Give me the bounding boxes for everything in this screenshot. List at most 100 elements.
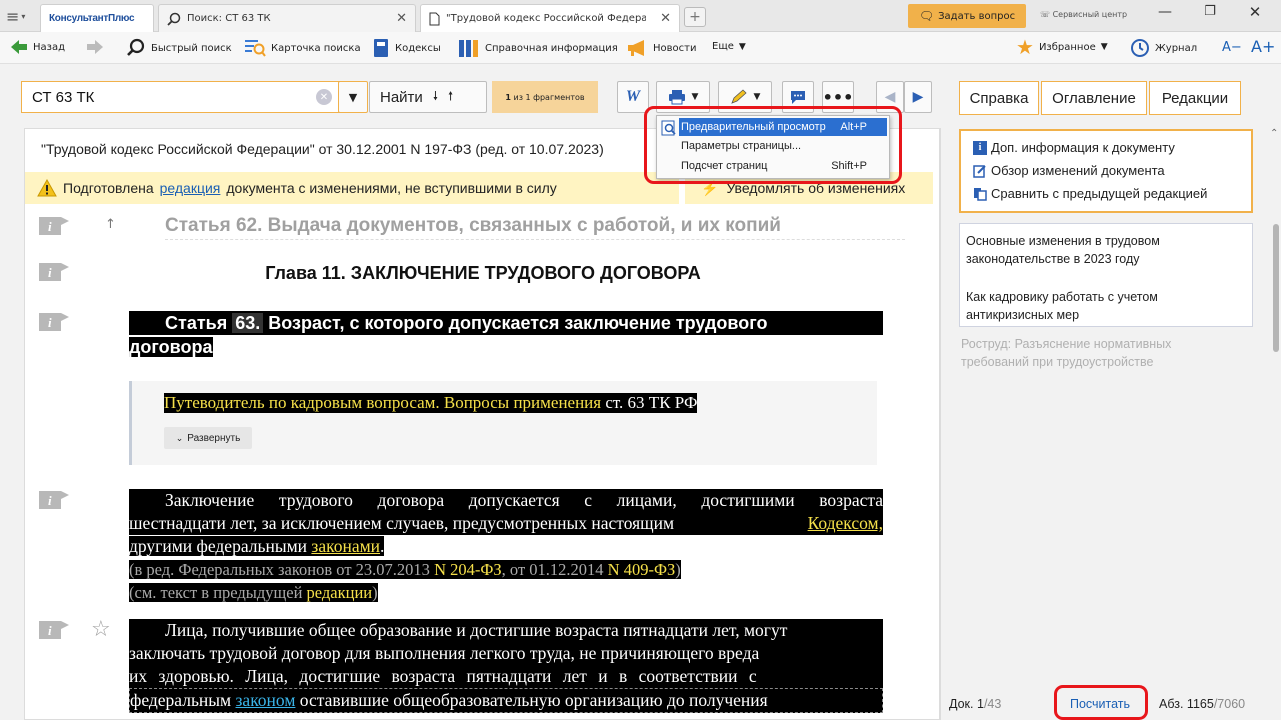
font-smaller-button[interactable]: A− <box>1222 40 1242 55</box>
menu-item-preview[interactable]: Предварительный просмотр Alt+P <box>679 118 887 136</box>
reference-button[interactable]: Справочная информация <box>458 38 618 58</box>
previous-edition-link[interactable]: редакции <box>307 583 373 602</box>
menu-item-count-pages[interactable]: Подсчет страниц Shift+P <box>679 157 887 175</box>
guide-text: Путеводитель по кадровым вопросам. Вопро… <box>164 393 602 412</box>
notice-link[interactable]: редакция <box>160 180 221 196</box>
codes-button[interactable]: Кодексы <box>372 38 441 58</box>
search-card-button[interactable]: Карточка поиска <box>244 38 361 58</box>
guide-link[interactable]: Путеводитель по кадровым вопросам. Вопро… <box>164 393 698 413</box>
tab-reference[interactable]: Справка <box>959 81 1039 115</box>
favorites-menu[interactable]: ★ Избранное ▼ <box>1016 37 1108 57</box>
prev-nav-button[interactable]: ◀ <box>876 81 904 113</box>
tab-search-label: Поиск: СТ 63 ТК <box>187 13 271 24</box>
changes-review-link[interactable]: Обзор изменений документа <box>973 163 1165 178</box>
right-panel-scrollbar[interactable]: ⌃ <box>1269 128 1281 708</box>
tab-editions[interactable]: Редакции <box>1149 81 1241 115</box>
law-409-link[interactable]: N 409-ФЗ <box>608 560 676 579</box>
article-word: Статья <box>165 313 228 333</box>
info-marker-icon[interactable]: i <box>39 217 69 235</box>
search-dropdown-button[interactable]: ▼ <box>338 81 368 113</box>
previous-article-title[interactable]: Статья 62. Выдача документов, связанных … <box>165 215 905 240</box>
doc-info-label: Доп. информация к документу <box>991 140 1175 155</box>
para2-line4-b: оставившие общеобразовательную организац… <box>299 690 768 710</box>
doc-info-link[interactable]: i Доп. информация к документу <box>973 140 1175 155</box>
close-icon[interactable]: ✕ <box>660 11 671 26</box>
related-item-2[interactable]: Как кадровику работать с учетом антикриз… <box>966 288 1206 324</box>
reference-label: Справочная информация <box>485 42 618 54</box>
plus-icon: + <box>689 9 701 25</box>
info-marker-icon[interactable]: i <box>39 313 69 331</box>
related-item-3[interactable]: Роструд: Разъяснение нормативных требова… <box>961 335 1201 371</box>
para1-see-c: ) <box>372 583 378 602</box>
next-nav-button[interactable]: ▶ <box>904 81 932 113</box>
more-menu[interactable]: Еще ▼ <box>712 41 746 52</box>
laws-link[interactable]: законами <box>311 536 380 556</box>
search-input[interactable]: СТ 63 ТК ✕ <box>21 81 340 113</box>
para2-line2: заключать трудовой договор для выполнени… <box>129 642 883 665</box>
arrow-left-icon <box>11 40 27 54</box>
back-label: Назад <box>33 41 66 53</box>
news-button[interactable]: Новости <box>626 38 696 58</box>
article-title-line2: договора <box>129 337 213 357</box>
count-button[interactable]: Посчитать <box>1057 689 1143 719</box>
arrow-up-icon[interactable]: 🠕 <box>448 87 453 108</box>
favorites-label: Избранное <box>1038 41 1096 53</box>
close-window-button[interactable]: ✕ <box>1240 3 1270 25</box>
ask-question-button[interactable]: 🗨 Задать вопрос <box>908 4 1026 28</box>
law-link[interactable]: законом <box>236 690 296 710</box>
printer-icon <box>668 90 685 105</box>
menu-item-page-setup[interactable]: Параметры страницы... <box>679 137 887 155</box>
svg-text:i: i <box>48 315 52 330</box>
para1-edition-c: ) <box>675 560 681 579</box>
close-icon[interactable]: ✕ <box>396 11 407 26</box>
service-icon: ☏ <box>1040 10 1051 19</box>
info-marker-icon[interactable]: i <box>39 491 69 509</box>
quick-search-button[interactable]: Быстрый поиск <box>126 38 232 58</box>
notify-changes-label: Уведомлять об изменениях <box>726 180 906 196</box>
related-item-1[interactable]: Основные изменения в трудовом законодате… <box>966 232 1206 268</box>
edit-button[interactable]: ▼ <box>718 81 772 113</box>
new-tab-button[interactable]: + <box>684 7 706 27</box>
find-button[interactable]: Найти 🠗 🠕 <box>369 81 487 113</box>
clear-icon[interactable]: ✕ <box>316 89 332 105</box>
compare-link[interactable]: Сравнить с предыдущей редакцией <box>973 186 1207 201</box>
info-marker-icon[interactable]: i <box>39 621 69 639</box>
para2-line1: Лица, получившие общее образование и дос… <box>129 619 883 642</box>
journal-label: Журнал <box>1155 42 1198 54</box>
law-204-link[interactable]: N 204-ФЗ <box>434 560 502 579</box>
document-header: "Трудовой кодекс Российской Федерации" о… <box>41 141 604 157</box>
star-outline-icon[interactable]: ☆ <box>91 617 111 642</box>
tab-document[interactable]: "Трудовой кодекс Российской Федерации" ✕ <box>420 4 680 32</box>
comment-button[interactable] <box>782 81 814 113</box>
up-arrow-icon[interactable]: ↑ <box>105 217 116 232</box>
journal-button[interactable]: Журнал <box>1130 38 1197 58</box>
doc-counter: Док. 1/43 <box>949 697 1001 711</box>
codes-label: Кодексы <box>395 42 441 54</box>
maximize-button[interactable]: ❐ <box>1195 4 1225 26</box>
hamburger-icon: ≡ <box>6 6 20 26</box>
menu-item-page-setup-label: Параметры страницы... <box>681 140 802 152</box>
paragraph-counter: Абз. 1165/7060 <box>1159 697 1245 711</box>
arrow-down-icon[interactable]: 🠗 <box>433 87 438 108</box>
scroll-thumb[interactable] <box>1273 224 1279 352</box>
app-menu-button[interactable]: ≡ ▾ <box>6 6 36 26</box>
changes-review-label: Обзор изменений документа <box>991 163 1165 178</box>
kodeks-link[interactable]: Кодексом, <box>808 512 883 535</box>
back-button[interactable]: Назад <box>10 39 65 55</box>
para1-end: . <box>380 536 385 556</box>
tab-contents[interactable]: Оглавление <box>1041 81 1147 115</box>
chevron-up-icon[interactable]: ⌃ <box>1270 128 1278 139</box>
forward-button[interactable] <box>86 39 104 55</box>
search-icon <box>127 38 145 56</box>
more-actions-button[interactable]: ••• <box>822 81 854 113</box>
print-button[interactable]: ▼ <box>656 81 710 113</box>
para-label: Абз. <box>1159 697 1184 711</box>
service-center-link[interactable]: ☏ Сервисный центр <box>1040 10 1127 19</box>
font-larger-button[interactable]: A+ <box>1251 37 1275 56</box>
tab-search[interactable]: Поиск: СТ 63 ТК ✕ <box>158 4 416 32</box>
menu-item-preview-shortcut: Alt+P <box>840 121 867 133</box>
export-word-button[interactable]: W <box>617 81 649 113</box>
minimize-button[interactable]: — <box>1150 4 1180 26</box>
brand-tab[interactable]: КонсультантПлюс <box>40 4 154 32</box>
expand-button[interactable]: ⌄ Развернуть <box>164 427 252 449</box>
